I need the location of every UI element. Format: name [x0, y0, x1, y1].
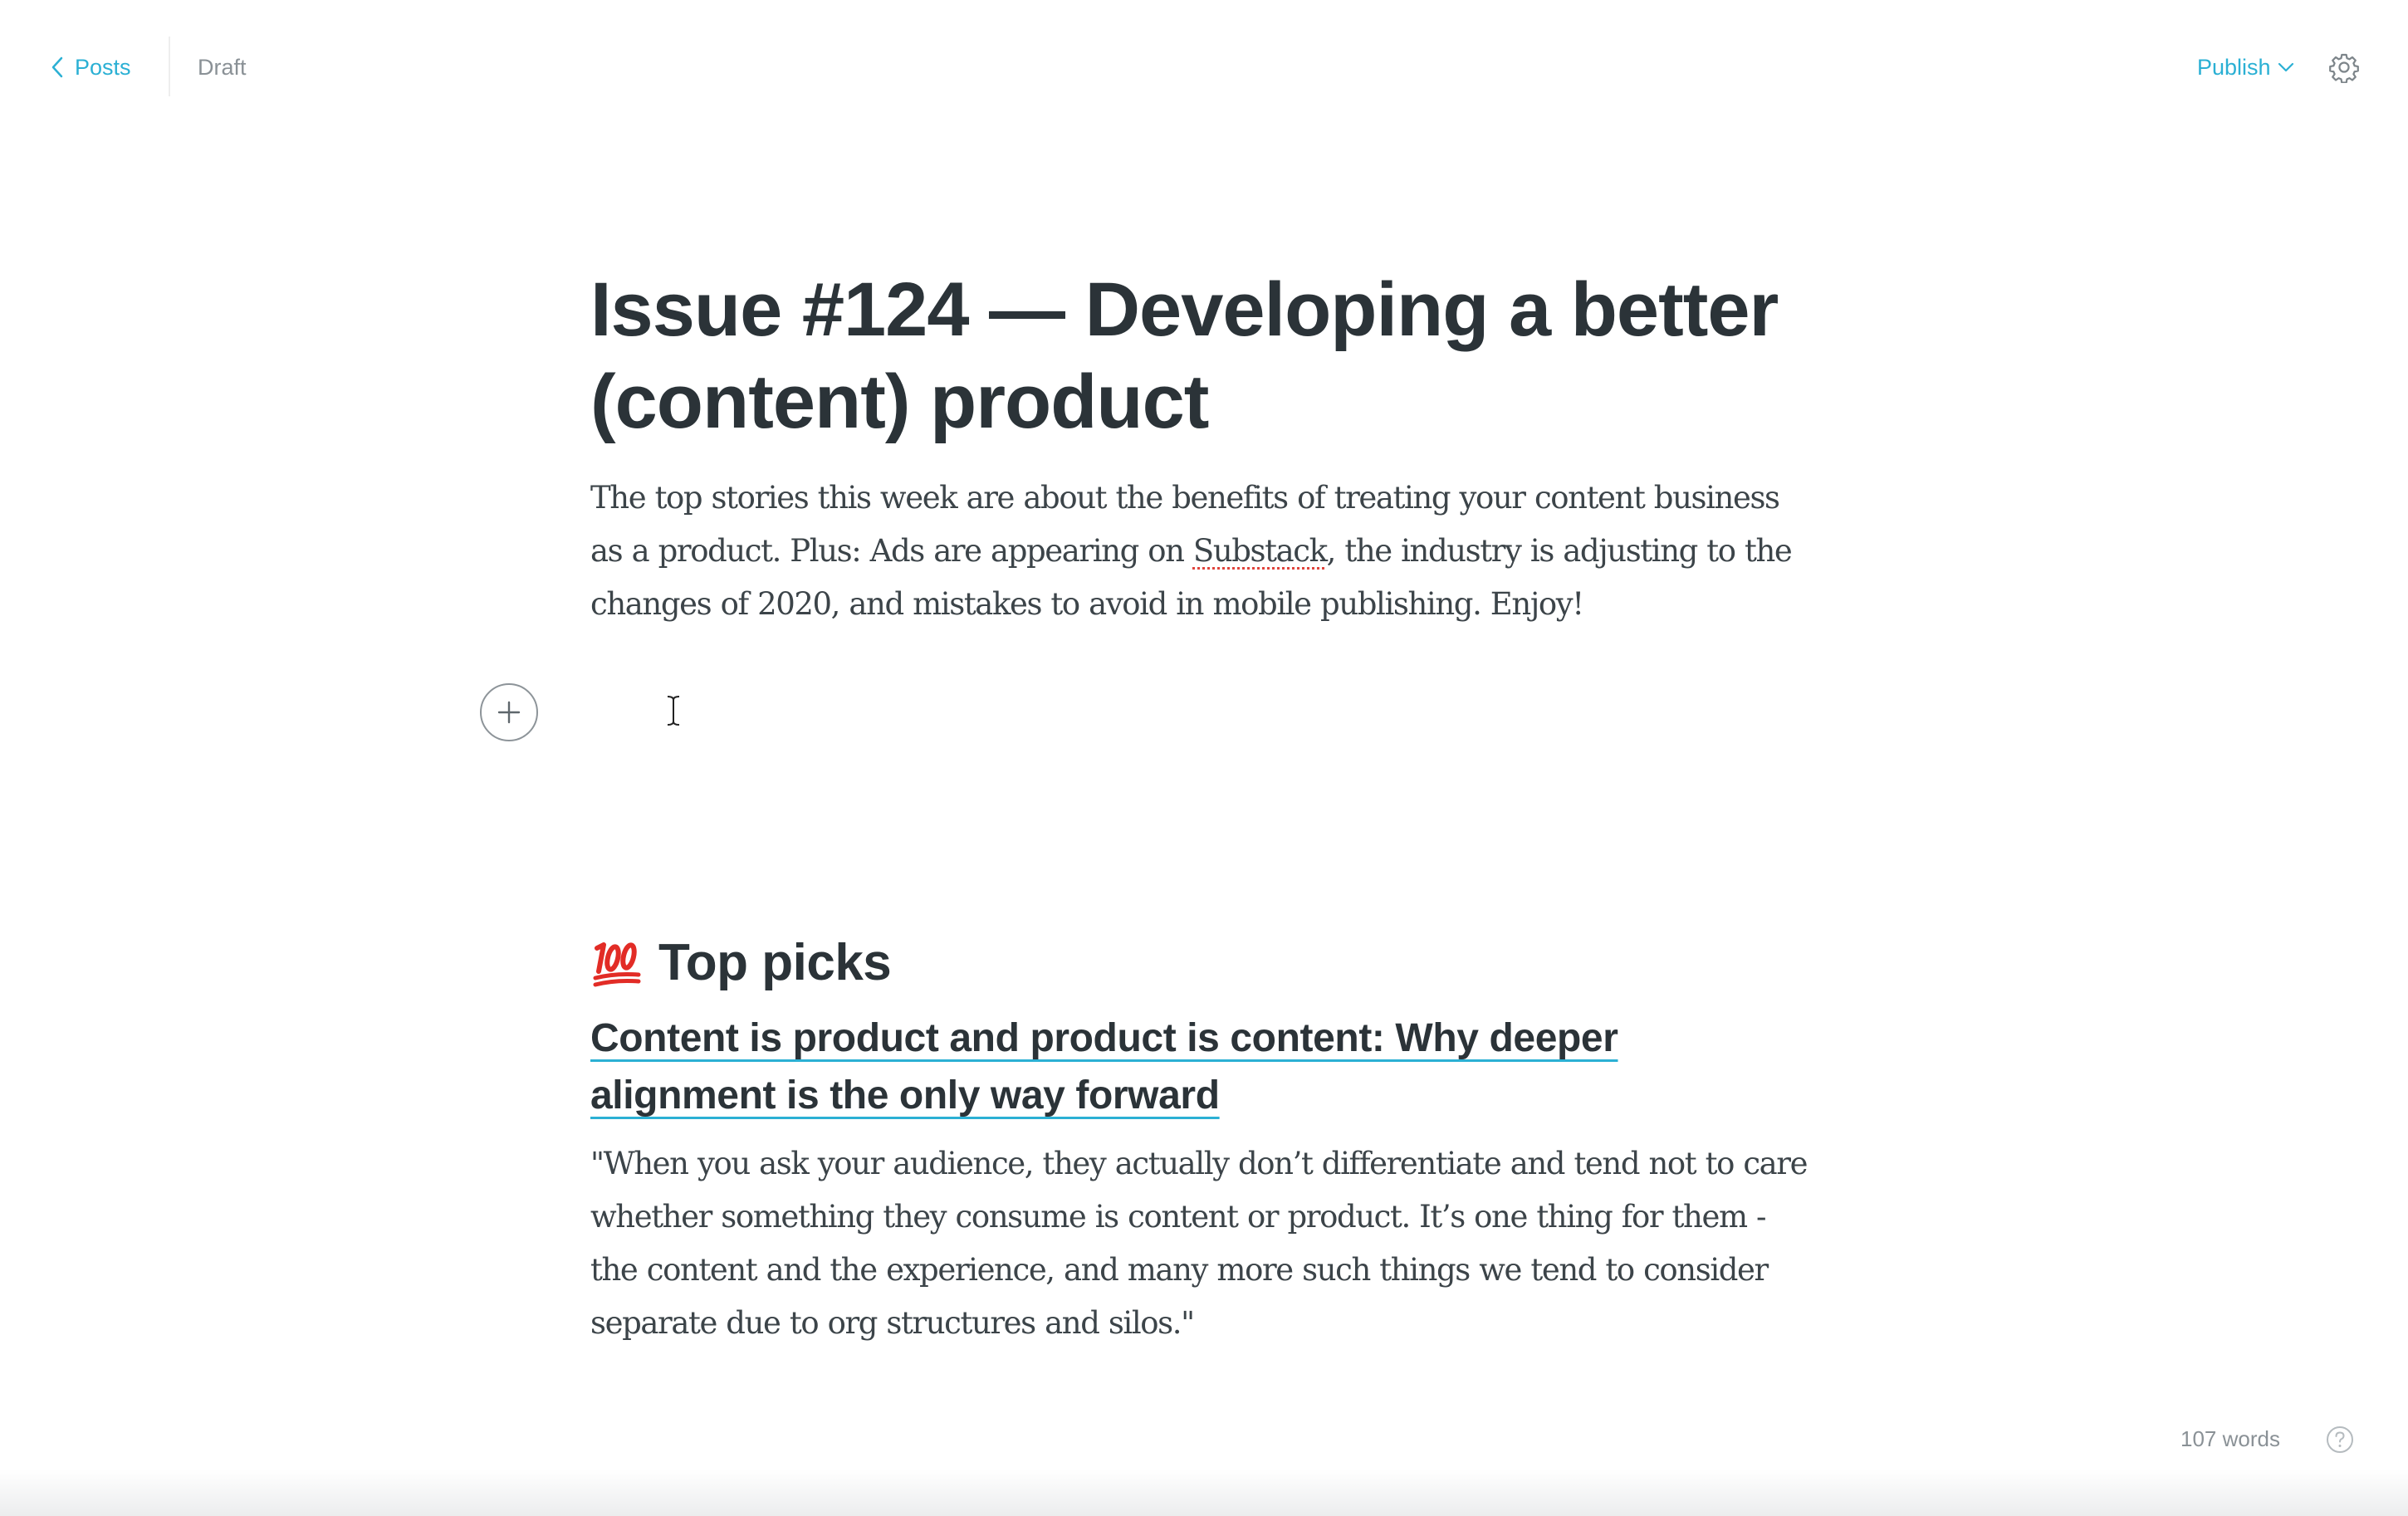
post-editor[interactable]: Issue #124 — Developing a better (content…: [590, 264, 1819, 631]
back-link-label: Posts: [75, 54, 131, 80]
top-bar: Posts Draft Publish: [0, 0, 2408, 133]
article-title-line-1: Content is product and product is conten…: [590, 1016, 1618, 1060]
hundred-points-emoji-icon: [593, 942, 641, 987]
post-subtitle[interactable]: The top stories this week are about the …: [590, 472, 1819, 631]
add-block-button[interactable]: [480, 683, 538, 741]
gear-icon: [2329, 53, 2359, 83]
header-divider: [169, 37, 170, 96]
section-heading[interactable]: Top picks: [590, 928, 1819, 998]
publish-button[interactable]: Publish: [2197, 48, 2294, 86]
post-title-line-1: Issue #124 — Developing a better: [590, 267, 1779, 352]
settings-button[interactable]: [2327, 50, 2362, 85]
article-title: Content is product and product is conten…: [590, 1010, 1670, 1124]
top-picks-section[interactable]: Top picks Content is product and product…: [590, 928, 1819, 1350]
plus-icon: [497, 701, 521, 724]
post-title[interactable]: Issue #124 — Developing a better (content…: [590, 264, 1819, 448]
article-title-line-2: alignment is the only way forward: [590, 1073, 1220, 1117]
publish-button-label: Publish: [2197, 54, 2271, 80]
article-quote[interactable]: "When you ask your audience, they actual…: [590, 1137, 1819, 1350]
post-status-label: Draft: [198, 54, 247, 80]
back-to-posts-link[interactable]: Posts: [51, 48, 131, 86]
question-circle-icon: [2327, 1426, 2353, 1453]
spellcheck-flagged-word[interactable]: Substack: [1193, 533, 1328, 569]
bottom-fade: [0, 1470, 2408, 1516]
help-button[interactable]: [2325, 1425, 2355, 1455]
article-link[interactable]: Content is product and product is conten…: [590, 1016, 1618, 1117]
section-heading-text: Top picks: [658, 934, 892, 991]
text-cursor-icon: [667, 696, 680, 726]
chevron-down-icon: [2278, 62, 2293, 72]
post-title-line-2: (content) product: [590, 359, 1209, 444]
word-count: 107 words: [2180, 1426, 2280, 1451]
chevron-left-icon: [51, 56, 63, 78]
